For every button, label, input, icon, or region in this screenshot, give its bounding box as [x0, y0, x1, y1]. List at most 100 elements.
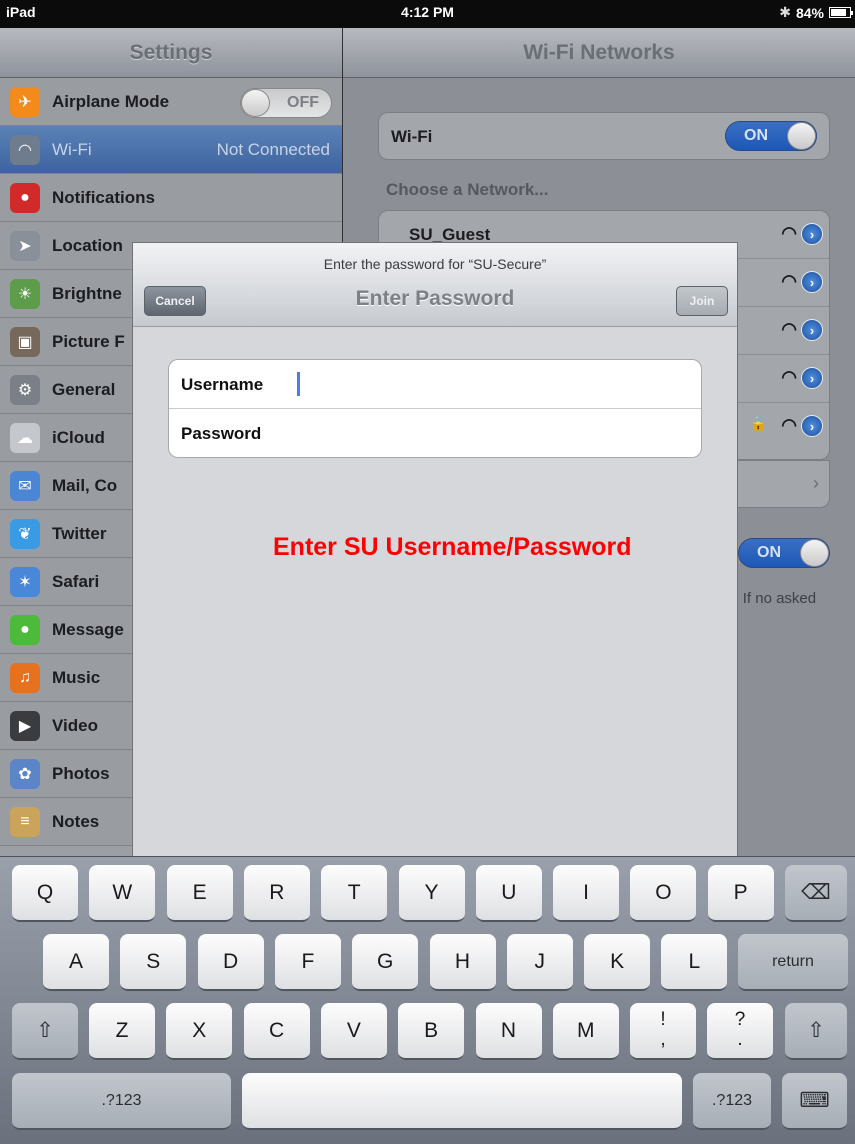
- sunflower-icon: ✿: [10, 758, 40, 789]
- key-b[interactable]: B: [398, 1003, 465, 1060]
- settings-item-airplane[interactable]: ✈ Airplane Mode OFF: [0, 78, 342, 126]
- settings-item-label: Music: [52, 667, 101, 687]
- backspace-key[interactable]: ⌫: [785, 865, 847, 922]
- chevron-right-icon: ›: [813, 473, 819, 493]
- key-question-period[interactable]: ?.: [707, 1003, 773, 1060]
- key-p[interactable]: P: [707, 865, 774, 922]
- wifi-toggle-row: Wi-Fi ON: [378, 112, 830, 160]
- numbers-key-left[interactable]: .?123: [12, 1073, 231, 1130]
- username-row[interactable]: Username: [169, 360, 701, 409]
- key-exclamation-comma[interactable]: !,: [630, 1003, 696, 1060]
- key-i[interactable]: I: [553, 865, 620, 922]
- battery-percent: 84%: [795, 4, 824, 21]
- settings-title: Settings: [0, 28, 342, 78]
- settings-item-label: Mail, Co: [52, 475, 118, 495]
- toggle-text: OFF: [287, 94, 319, 111]
- key-c[interactable]: C: [243, 1003, 310, 1060]
- ipad-screen: iPad 4:12 PM ✱ 84% Settings ✈ Airplane Mo…: [0, 0, 855, 1144]
- network-name: SU_Guest: [409, 225, 491, 244]
- settings-item-label: Notes: [52, 811, 100, 831]
- key-v[interactable]: V: [320, 1003, 387, 1060]
- key-symbol: ?: [734, 1009, 746, 1030]
- key-q[interactable]: Q: [12, 865, 78, 922]
- instruction-note: Enter SU Username/Password: [273, 533, 632, 561]
- key-m[interactable]: M: [552, 1003, 619, 1060]
- location-icon: ➤: [10, 230, 40, 261]
- ask-toggle-text: ON: [757, 544, 781, 561]
- notifications-icon: ●: [10, 182, 40, 213]
- music-icon: ♫: [10, 662, 40, 693]
- picture-frame-icon: ▣: [10, 326, 40, 357]
- info-disclosure-icon[interactable]: ›: [801, 367, 823, 389]
- ask-to-join-toggle[interactable]: ON: [738, 538, 830, 568]
- key-w[interactable]: W: [89, 865, 156, 922]
- shift-key-left[interactable]: ⇧: [12, 1003, 78, 1060]
- settings-item-label: Picture F: [52, 331, 125, 351]
- key-n[interactable]: N: [475, 1003, 542, 1060]
- choose-network-header: Choose a Network...: [386, 180, 549, 199]
- settings-item-label: Notifications: [52, 187, 155, 207]
- info-disclosure-icon[interactable]: ›: [801, 271, 823, 293]
- key-e[interactable]: E: [166, 865, 233, 922]
- numbers-key-right[interactable]: .?123: [693, 1073, 771, 1130]
- settings-item-label: Airplane Mode: [52, 91, 170, 111]
- credentials-form: Username Password: [168, 359, 702, 458]
- wifi-toggle[interactable]: ON: [725, 121, 817, 151]
- key-y[interactable]: Y: [398, 865, 465, 922]
- status-bar: iPad 4:12 PM ✱ 84%: [0, 0, 855, 28]
- key-symbol: !: [660, 1009, 666, 1030]
- info-disclosure-icon[interactable]: ›: [801, 223, 823, 245]
- info-disclosure-icon[interactable]: ›: [801, 415, 823, 437]
- key-r[interactable]: R: [243, 865, 310, 922]
- airplane-icon: ✈: [10, 86, 40, 117]
- bluetooth-icon: ✱: [779, 4, 791, 20]
- settings-item-label: Brightne: [52, 283, 122, 303]
- settings-item-label: Wi-Fi: [52, 139, 92, 159]
- key-k[interactable]: K: [584, 934, 651, 991]
- settings-item-label: Location: [52, 235, 123, 255]
- key-t[interactable]: T: [321, 865, 388, 922]
- key-o[interactable]: O: [630, 865, 697, 922]
- key-l[interactable]: L: [661, 934, 728, 991]
- wifi-signal-icon: ◠: [781, 415, 797, 435]
- on-screen-keyboard: Q W E R T Y U I O P ⌫ A S D F G H J K Lreturn ⇧ Z X C V B N M!,?. ⇧.…: [0, 856, 855, 1144]
- settings-item-label: Video: [52, 715, 98, 735]
- key-j[interactable]: J: [506, 934, 573, 991]
- wifi-toggle-text: ON: [744, 127, 768, 144]
- toggle-knob: [787, 122, 816, 150]
- return-key[interactable]: return: [738, 934, 848, 991]
- settings-item-notifications[interactable]: ● Notifications: [0, 174, 342, 222]
- settings-item-value: Not Connected: [216, 139, 330, 159]
- text-cursor: [297, 372, 300, 396]
- modal-title: Enter Password: [355, 287, 515, 310]
- enter-password-sheet: Enter the password for “SU-Secure” Cance…: [133, 243, 737, 863]
- hide-keyboard-key[interactable]: ⌨: [782, 1073, 847, 1130]
- key-x[interactable]: X: [166, 1003, 233, 1060]
- brightness-icon: ☀: [10, 278, 40, 309]
- key-h[interactable]: H: [429, 934, 496, 991]
- key-a[interactable]: A: [43, 934, 109, 991]
- info-disclosure-icon[interactable]: ›: [801, 319, 823, 341]
- mail-icon: ✉: [10, 470, 40, 501]
- password-prompt: Enter the password for “SU-Secure”: [323, 256, 547, 272]
- wifi-signal-icon: ◠: [781, 223, 797, 243]
- key-d[interactable]: D: [197, 934, 264, 991]
- password-row[interactable]: Password: [169, 409, 701, 458]
- battery-fill: [831, 9, 847, 16]
- settings-item-wifi[interactable]: ◠ Wi-Fi Not Connected: [0, 126, 342, 174]
- settings-item-label: General: [52, 379, 116, 399]
- join-button[interactable]: Join: [676, 286, 728, 316]
- message-icon: ●: [10, 614, 40, 645]
- key-g[interactable]: G: [352, 934, 419, 991]
- shift-key-right[interactable]: ⇧: [785, 1003, 847, 1060]
- wifi-signal-icon: ◠: [781, 271, 797, 291]
- key-f[interactable]: F: [274, 934, 341, 991]
- battery-icon: [829, 7, 853, 18]
- space-key[interactable]: [242, 1073, 682, 1130]
- key-u[interactable]: U: [475, 865, 542, 922]
- airplane-mode-toggle[interactable]: OFF: [240, 88, 332, 118]
- wifi-signal-icon: ◠: [781, 367, 797, 387]
- key-z[interactable]: Z: [89, 1003, 155, 1060]
- key-s[interactable]: S: [120, 934, 187, 991]
- key-symbol: .: [737, 1029, 743, 1050]
